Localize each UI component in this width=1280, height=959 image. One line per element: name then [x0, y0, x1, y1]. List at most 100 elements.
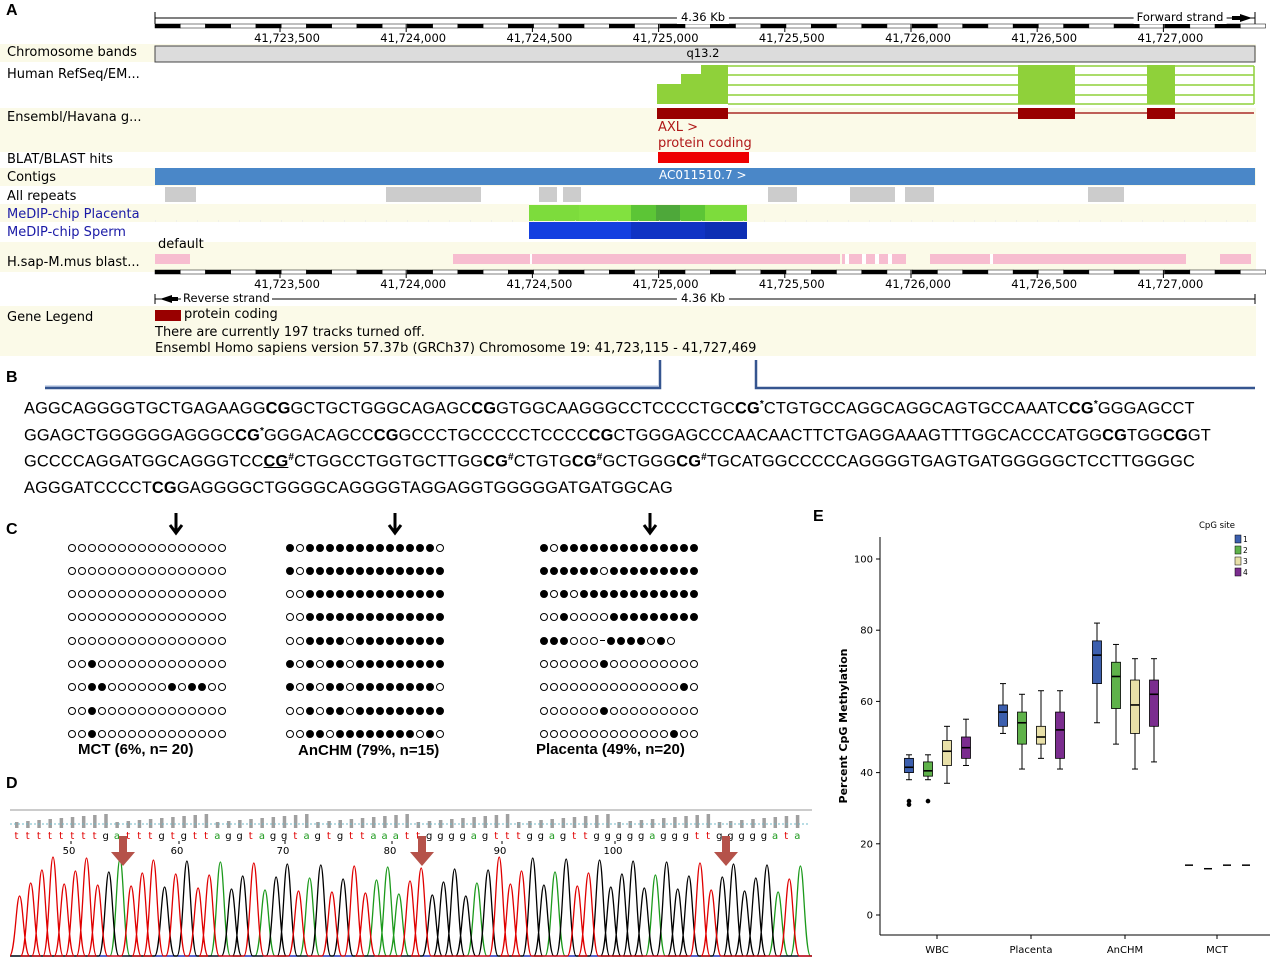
methylated-cpg: [426, 613, 434, 622]
methylated-cpg: [657, 636, 665, 645]
track-label-hsap-mmus: H.sap-M.mus blast...: [7, 255, 140, 270]
methylation-clone-row: [540, 607, 700, 622]
unmethylated-cpg: [128, 706, 136, 715]
y-tick-label: 0: [867, 911, 873, 922]
methylated-cpg: [326, 706, 334, 715]
methylated-cpg: [376, 729, 384, 738]
base-call: a: [649, 831, 655, 842]
sequence-line: GGAGCTGGGGGGAGGGCCG*GGGACAGCCCGGCCCTGCCC…: [24, 426, 1211, 445]
methylated-cpg: [600, 660, 608, 668]
methylated-cpg: [426, 590, 434, 599]
unmethylated-cpg: [550, 729, 558, 738]
track-label-medip-placenta[interactable]: MeDIP-chip Placenta: [7, 207, 140, 222]
box: [1111, 661, 1121, 709]
methylated-cpg: [356, 613, 364, 622]
methylated-cpg: [396, 729, 404, 738]
coordinate-label: 41,725,500: [758, 31, 825, 45]
methylated-cpg: [600, 543, 608, 552]
methylation-clone-row: [286, 560, 446, 575]
methylated-cpg: [396, 613, 404, 622]
unmethylated-cpg: [570, 590, 578, 599]
unmethylated-cpg: [158, 636, 166, 645]
unmethylated-cpg: [218, 660, 226, 668]
methylated-cpg: [396, 706, 404, 715]
trace-t: [10, 856, 812, 957]
quality-bar: [316, 822, 320, 828]
legend-swatch: [1234, 556, 1242, 566]
methylated-cpg: [376, 660, 384, 668]
methylated-cpg: [376, 566, 384, 575]
methylation-clone-row: [286, 584, 446, 599]
unmethylated-cpg: [68, 683, 76, 692]
unmethylated-cpg: [590, 613, 598, 622]
methylated-cpg: [650, 590, 658, 599]
methylated-cpg: [306, 543, 314, 552]
base-call: g: [683, 831, 689, 842]
methylation-clone-row: [68, 607, 228, 622]
methylated-cpg: [316, 613, 324, 622]
methylated-cpg: [660, 590, 668, 599]
unmethylated-cpg: [148, 683, 156, 692]
quality-bar: [695, 815, 699, 828]
arrow-down-icon: [387, 512, 403, 540]
base-call: g: [315, 831, 321, 842]
methylated-cpg: [356, 543, 364, 552]
methylated-cpg: [406, 660, 414, 668]
unmethylated-cpg: [296, 566, 304, 575]
unmethylated-cpg: [570, 613, 578, 622]
methylated-cpg: [660, 543, 668, 552]
methylation-clone-row: [68, 560, 228, 575]
unmethylated-cpg: [660, 729, 668, 738]
legend-label: 4: [1243, 568, 1248, 577]
unmethylated-cpg: [138, 706, 146, 715]
unmethylated-cpg: [286, 613, 294, 622]
coordinate-label: 41,723,500: [254, 31, 320, 45]
coordinate-label: 41,726,500: [1011, 277, 1078, 291]
base-position: 80: [384, 846, 397, 857]
unmethylated-cpg: [670, 660, 678, 668]
unmethylated-cpg: [178, 660, 186, 668]
sequence-run: GTGGCAAGGGCCTCCCCTGC: [496, 399, 735, 418]
unmethylated-cpg: [128, 683, 136, 692]
methylated-cpg: [570, 543, 578, 552]
methylation-clone-row: [68, 723, 228, 738]
unmethylated-cpg: [78, 590, 86, 599]
unmethylated-cpg: [316, 683, 324, 692]
y-tick-label: 60: [860, 697, 873, 708]
methylated-cpg: [336, 543, 344, 552]
base-call: t: [148, 831, 152, 842]
methylated-cpg: [386, 590, 394, 599]
track-label-gene-legend: Gene Legend: [7, 310, 94, 325]
methylated-cpg: [396, 590, 404, 599]
methylated-cpg: [580, 543, 588, 552]
base-call: t: [26, 831, 30, 842]
legend-label: 3: [1243, 557, 1248, 566]
methylated-cpg: [580, 566, 588, 575]
methylated-cpg: [590, 566, 598, 575]
unmethylated-cpg: [580, 636, 588, 645]
unmethylated-cpg: [208, 660, 216, 668]
methylated-cpg: [336, 729, 344, 738]
unmethylated-cpg: [208, 566, 216, 575]
base-call: a: [772, 831, 778, 842]
unmethylated-cpg: [218, 566, 226, 575]
unmethylated-cpg: [670, 706, 678, 715]
methylated-cpg: [436, 660, 444, 668]
methylated-cpg: [406, 566, 414, 575]
methylated-cpg: [540, 566, 548, 575]
unmethylated-cpg: [650, 729, 658, 738]
unmethylated-cpg: [98, 636, 106, 645]
quality-bar: [472, 817, 476, 828]
cpg-site: CG: [1163, 426, 1188, 445]
methylated-cpg: [660, 613, 668, 622]
unmethylated-cpg: [98, 706, 106, 715]
quality-bar: [572, 817, 577, 828]
unmethylated-cpg: [178, 706, 186, 715]
methylated-cpg: [346, 543, 354, 552]
track-label-repeats: All repeats: [7, 189, 77, 204]
base-call: g: [605, 831, 611, 842]
track-label-contigs: Contigs: [7, 170, 57, 185]
track-label-medip-sperm[interactable]: MeDIP-chip Sperm: [7, 225, 126, 240]
unmethylated-cpg: [610, 660, 618, 668]
unmethylated-cpg: [208, 613, 216, 622]
